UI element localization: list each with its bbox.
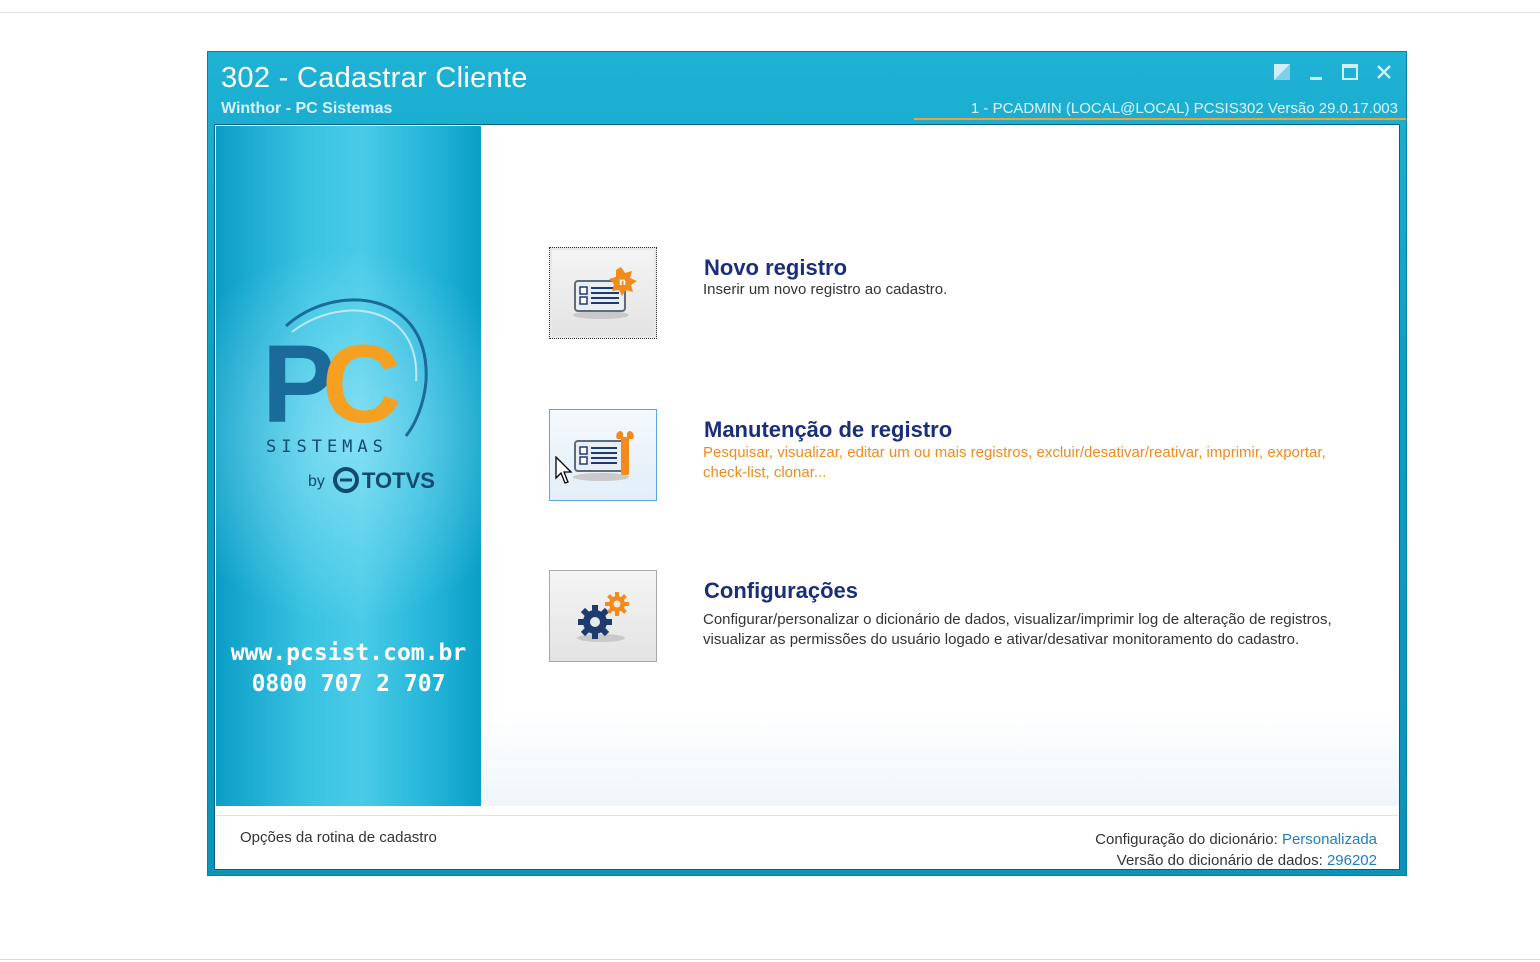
window-controls xyxy=(1272,62,1394,82)
session-info: 1 - PCADMIN (LOCAL@LOCAL) PCSIS302 Versã… xyxy=(970,100,1398,117)
window-subtitle: Winthor - PC Sistemas xyxy=(221,100,393,117)
minimize-icon[interactable] xyxy=(1306,62,1326,82)
maximize-icon[interactable] xyxy=(1340,62,1360,82)
dictionary-config-value: Personalizada xyxy=(1281,831,1377,848)
settings-title[interactable]: Configurações xyxy=(704,578,858,604)
maintenance-title[interactable]: Manutenção de registro xyxy=(704,417,952,443)
logo-by: by xyxy=(308,473,325,490)
maintenance-icon xyxy=(573,431,634,481)
top-divider xyxy=(0,12,1540,13)
footer-divider xyxy=(216,815,1398,816)
main-window: 302 - Cadastrar Cliente Winthor - PC Sis… xyxy=(207,51,1407,876)
svg-text:n: n xyxy=(619,277,626,288)
close-icon[interactable] xyxy=(1374,62,1394,82)
logo-c: C xyxy=(322,323,401,446)
footer-caption: Opções da rotina de cadastro xyxy=(240,829,437,846)
brand-panel: P C SISTEMAS by TOTVS www.pcsist.com.br … xyxy=(216,126,481,806)
gears-icon xyxy=(577,592,629,642)
new-record-button[interactable]: n xyxy=(549,247,657,339)
window-title: 302 - Cadastrar Cliente xyxy=(221,62,528,94)
maintenance-description: Pesquisar, visualizar, editar um ou mais… xyxy=(703,444,1326,481)
dictionary-version-label: Versão do dicionário de dados: xyxy=(1116,852,1323,869)
dictionary-config-row: Configuração do dicionário: Personalizad… xyxy=(1095,829,1377,850)
settings-button[interactable] xyxy=(549,570,657,662)
dictionary-version-row: Versão do dicionário de dados: 296202 xyxy=(1095,850,1377,871)
dictionary-version-value: 296202 xyxy=(1326,852,1377,869)
website-url: www.pcsist.com.br xyxy=(230,640,467,666)
dictionary-info: Configuração do dicionário: Personalizad… xyxy=(1095,829,1377,871)
logo-totvs: TOTVS xyxy=(362,468,435,493)
settings-description: Configurar/personalizar o dicionário de … xyxy=(703,611,1332,648)
new-record-title[interactable]: Novo registro xyxy=(704,255,847,281)
session-info-underline xyxy=(914,118,1406,120)
new-record-icon: n xyxy=(573,267,637,319)
dictionary-config-label: Configuração do dicionário: xyxy=(1095,831,1278,848)
maintenance-button[interactable] xyxy=(549,409,657,501)
client-area: P C SISTEMAS by TOTVS www.pcsist.com.br … xyxy=(214,124,1400,870)
restore-icon[interactable] xyxy=(1272,62,1292,82)
options-panel: n Novo registro Inserir um novo registro… xyxy=(481,126,1399,806)
mouse-cursor-icon xyxy=(555,456,573,484)
support-phone: 0800 707 2 707 xyxy=(251,671,446,697)
pc-sistemas-logo: P C SISTEMAS by TOTVS xyxy=(262,298,435,493)
new-record-description: Inserir um novo registro ao cadastro. xyxy=(703,281,948,298)
bottom-divider xyxy=(0,959,1540,960)
logo-sistemas: SISTEMAS xyxy=(266,437,388,457)
